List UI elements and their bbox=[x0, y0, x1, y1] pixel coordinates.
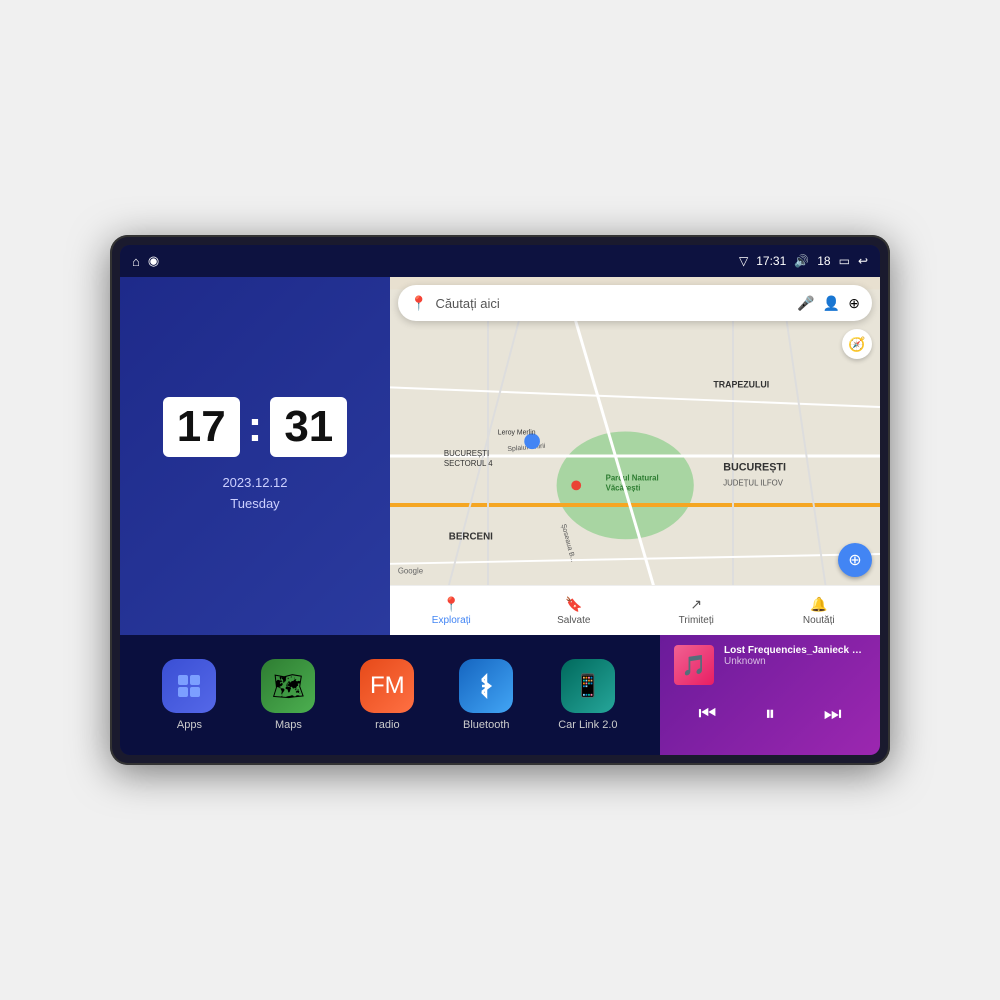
volume-level: 18 bbox=[817, 254, 830, 268]
status-left: ⌂ ◉ bbox=[132, 253, 159, 269]
shortcut-carlink[interactable]: 📱 Car Link 2.0 bbox=[558, 659, 617, 731]
battery-icon: ▭ bbox=[839, 254, 850, 268]
prev-button[interactable]: ⏮ bbox=[690, 699, 724, 730]
svg-text:Parcul Natural: Parcul Natural bbox=[606, 474, 659, 483]
music-details: Lost Frequencies_Janieck Devy-... Unknow… bbox=[724, 645, 866, 667]
svg-text:BUCUREȘTI: BUCUREȘTI bbox=[444, 449, 489, 458]
radio-label: radio bbox=[375, 719, 399, 731]
clock-colon: : bbox=[248, 405, 263, 449]
signal-icon: ▽ bbox=[739, 254, 748, 268]
map-search-text[interactable]: Căutați aici bbox=[435, 296, 789, 311]
apps-label: Apps bbox=[177, 719, 202, 731]
map-nav-saved[interactable]: 🔖 Salvate bbox=[513, 586, 636, 635]
profile-icon[interactable]: 👤 bbox=[823, 295, 840, 312]
send-label: Trimiteți bbox=[679, 615, 714, 626]
map-bottom-nav: 📍 Explorați 🔖 Salvate ↗ Trimiteți 🔔 bbox=[390, 585, 880, 635]
svg-text:BERCENI: BERCENI bbox=[449, 531, 493, 542]
svg-text:BUCUREȘTI: BUCUREȘTI bbox=[723, 462, 786, 474]
bluetooth-label: Bluetooth bbox=[463, 719, 509, 731]
map-nav-explore[interactable]: 📍 Explorați bbox=[390, 586, 513, 635]
shortcuts-panel: Apps 🗺 Maps FM radio bbox=[120, 635, 660, 755]
svg-text:TRAPEZULUI: TRAPEZULUI bbox=[713, 379, 769, 389]
top-section: 17 : 31 2023.12.12 Tuesday bbox=[120, 277, 880, 635]
status-bar: ⌂ ◉ ▽ 17:31 🔊 18 ▭ ↩ bbox=[120, 245, 880, 277]
clock-panel: 17 : 31 2023.12.12 Tuesday bbox=[120, 277, 390, 635]
back-icon[interactable]: ↩ bbox=[858, 254, 868, 268]
time-display: 17:31 bbox=[756, 254, 786, 268]
music-thumb-inner: 🎵 bbox=[674, 645, 714, 685]
nav-icon[interactable]: ◉ bbox=[148, 253, 159, 269]
maps-icon: 🗺 bbox=[261, 659, 315, 713]
svg-text:Leroy Merlin: Leroy Merlin bbox=[498, 429, 536, 436]
bluetooth-icon bbox=[459, 659, 513, 713]
svg-text:SECTORUL 4: SECTORUL 4 bbox=[444, 459, 493, 468]
home-icon[interactable]: ⌂ bbox=[132, 254, 140, 269]
news-label: Noutăți bbox=[803, 615, 835, 626]
music-info: 🎵 Lost Frequencies_Janieck Devy-... Unkn… bbox=[674, 645, 866, 685]
music-panel: 🎵 Lost Frequencies_Janieck Devy-... Unkn… bbox=[660, 635, 880, 755]
next-button[interactable]: ⏭ bbox=[816, 699, 850, 730]
bottom-section: Apps 🗺 Maps FM radio bbox=[120, 635, 880, 755]
send-icon: ↗ bbox=[690, 596, 702, 613]
clock-minutes: 31 bbox=[270, 397, 347, 457]
shortcut-bluetooth[interactable]: Bluetooth bbox=[459, 659, 513, 731]
news-icon: 🔔 bbox=[810, 596, 827, 613]
music-controls: ⏮ ⏸ ⏭ bbox=[674, 699, 866, 730]
map-svg: Parcul Natural Văcărești Splaiu bbox=[390, 277, 880, 635]
music-thumbnail: 🎵 bbox=[674, 645, 714, 685]
google-maps-icon: 📍 bbox=[410, 295, 427, 312]
apps-icon bbox=[162, 659, 216, 713]
music-title: Lost Frequencies_Janieck Devy-... bbox=[724, 645, 866, 656]
music-artist: Unknown bbox=[724, 656, 866, 667]
volume-icon: 🔊 bbox=[794, 254, 809, 268]
shortcut-radio[interactable]: FM radio bbox=[360, 659, 414, 731]
map-nav-send[interactable]: ↗ Trimiteți bbox=[635, 586, 758, 635]
explore-icon: 📍 bbox=[443, 596, 460, 613]
map-search-bar[interactable]: 📍 Căutați aici 🎤 👤 ⊕ bbox=[398, 285, 872, 321]
map-panel[interactable]: Parcul Natural Văcărești Splaiu bbox=[390, 277, 880, 635]
map-controls: 🧭 bbox=[842, 329, 872, 359]
voice-search-icon[interactable]: 🎤 bbox=[797, 295, 814, 312]
svg-text:Google: Google bbox=[398, 567, 423, 576]
date-display: 2023.12.12 Tuesday bbox=[222, 473, 287, 515]
screen: ⌂ ◉ ▽ 17:31 🔊 18 ▭ ↩ 17 : bbox=[120, 245, 880, 755]
main-area: 17 : 31 2023.12.12 Tuesday bbox=[120, 277, 880, 755]
explore-label: Explorați bbox=[432, 615, 471, 626]
play-pause-button[interactable]: ⏸ bbox=[757, 699, 783, 730]
map-nav-news[interactable]: 🔔 Noutăți bbox=[758, 586, 881, 635]
saved-label: Salvate bbox=[557, 615, 590, 626]
clock-display: 17 : 31 bbox=[163, 397, 348, 457]
status-right: ▽ 17:31 🔊 18 ▭ ↩ bbox=[739, 254, 868, 268]
carlink-icon: 📱 bbox=[561, 659, 615, 713]
radio-icon: FM bbox=[360, 659, 414, 713]
clock-hours: 17 bbox=[163, 397, 240, 457]
device: ⌂ ◉ ▽ 17:31 🔊 18 ▭ ↩ 17 : bbox=[110, 235, 890, 765]
carlink-label: Car Link 2.0 bbox=[558, 719, 617, 731]
svg-text:JUDEȚUL ILFOV: JUDEȚUL ILFOV bbox=[723, 478, 784, 487]
shortcut-apps[interactable]: Apps bbox=[162, 659, 216, 731]
maps-label: Maps bbox=[275, 719, 302, 731]
location-button[interactable]: ⊕ bbox=[838, 543, 872, 577]
saved-icon: 🔖 bbox=[565, 596, 582, 613]
compass-icon[interactable]: 🧭 bbox=[842, 329, 872, 359]
shortcut-maps[interactable]: 🗺 Maps bbox=[261, 659, 315, 731]
map-search-icons: 🎤 👤 ⊕ bbox=[797, 295, 860, 312]
layers-icon[interactable]: ⊕ bbox=[848, 295, 860, 312]
